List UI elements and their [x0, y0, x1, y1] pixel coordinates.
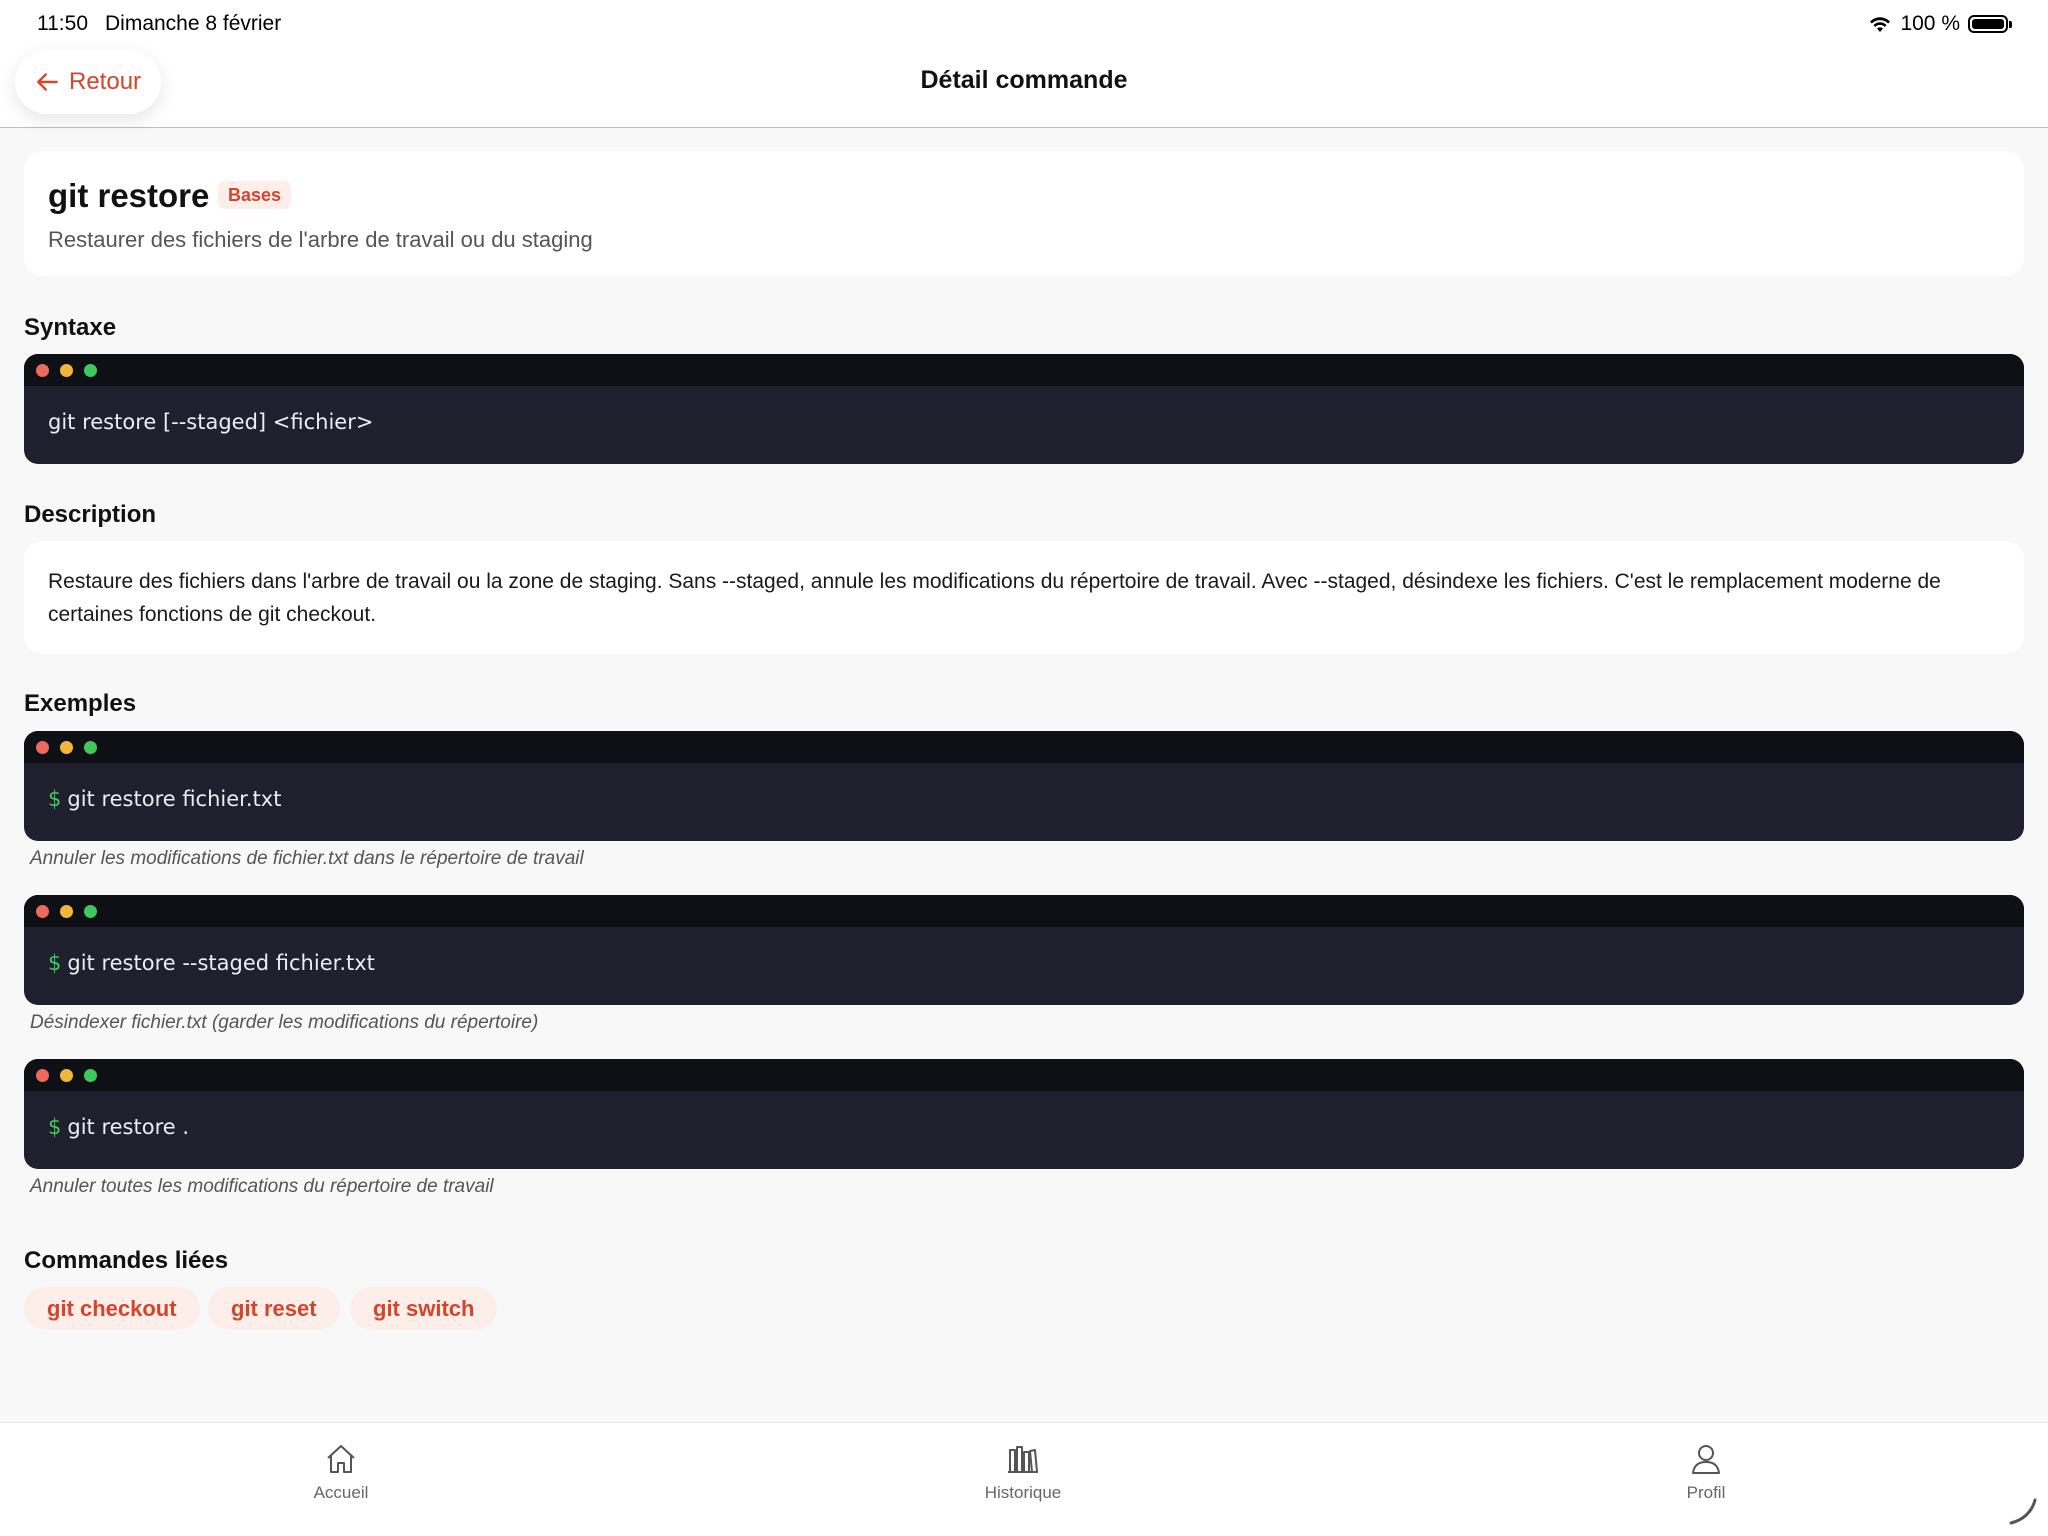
example-terminal: $ git restore fichier.txt [24, 731, 2024, 841]
nav-bar: Retour Détail commande [0, 46, 2048, 128]
syntax-code: git restore [--staged] <fichier> [48, 410, 374, 434]
green-dot-icon [84, 741, 97, 754]
terminal-titlebar [24, 1059, 2024, 1091]
tab-accueil[interactable]: Accueil [271, 1441, 411, 1503]
example-caption: Annuler les modifications de fichier.txt… [30, 848, 584, 869]
example-command: git restore . [67, 1115, 190, 1139]
section-title-related: Commandes liées [24, 1247, 229, 1274]
section-title-description: Description [24, 501, 157, 528]
page-title: Détail commande [920, 66, 1128, 94]
example-command: git restore fichier.txt [67, 787, 282, 811]
yellow-dot-icon [60, 905, 73, 918]
command-subtitle: Restaurer des fichiers de l'arbre de tra… [48, 227, 593, 252]
yellow-dot-icon [60, 364, 73, 377]
terminal-titlebar [24, 354, 2024, 386]
corner-indicator-icon [2009, 1498, 2037, 1525]
battery-icon [1968, 15, 2012, 33]
command-name: git restore [48, 177, 210, 214]
green-dot-icon [84, 905, 97, 918]
red-dot-icon [36, 1069, 49, 1082]
green-dot-icon [84, 1069, 97, 1082]
tab-profil[interactable]: Profil [1636, 1441, 1776, 1503]
command-header-card: git restore Bases Restaurer des fichiers… [24, 151, 2024, 276]
related-command-chip[interactable]: git switch [350, 1287, 498, 1330]
example-code: $ git restore fichier.txt [48, 787, 281, 811]
example-caption: Désindexer fichier.txt (garder les modif… [30, 1012, 539, 1033]
red-dot-icon [36, 905, 49, 918]
status-bar: 11:50 Dimanche 8 février 100 % [0, 0, 2048, 46]
syntax-terminal: git restore [--staged] <fichier> [24, 354, 2024, 464]
prompt-symbol: $ [48, 787, 62, 811]
tab-label: Historique [984, 1483, 1062, 1502]
red-dot-icon [36, 364, 49, 377]
status-time: 11:50 [37, 12, 88, 35]
person-icon [1692, 1445, 1720, 1474]
tab-historique[interactable]: Historique [953, 1441, 1093, 1503]
related-command-chip[interactable]: git checkout [24, 1287, 200, 1330]
battery-percent: 100 % [1900, 12, 1960, 35]
related-command-chip[interactable]: git reset [208, 1287, 340, 1330]
home-icon [327, 1445, 355, 1473]
example-code: $ git restore . [48, 1115, 189, 1139]
green-dot-icon [84, 364, 97, 377]
terminal-titlebar [24, 731, 2024, 763]
description-text: Restaure des fichiers dans l'arbre de tr… [48, 570, 1941, 626]
prompt-symbol: $ [48, 1115, 62, 1139]
tab-label: Accueil [313, 1483, 369, 1502]
example-caption: Annuler toutes les modifications du répe… [30, 1176, 494, 1197]
red-dot-icon [36, 741, 49, 754]
tab-label: Profil [1686, 1483, 1726, 1502]
prompt-symbol: $ [48, 951, 62, 975]
yellow-dot-icon [60, 741, 73, 754]
example-terminal: $ git restore . [24, 1059, 2024, 1169]
library-icon [1008, 1446, 1038, 1473]
screen: 11:50 Dimanche 8 février 100 % Retour Dé… [0, 0, 2048, 1536]
yellow-dot-icon [60, 1069, 73, 1082]
section-title-examples: Exemples [24, 690, 137, 717]
description-card: Restaure des fichiers dans l'arbre de tr… [24, 541, 2024, 654]
status-right: 100 % [1868, 12, 2012, 36]
example-command: git restore --staged fichier.txt [67, 951, 375, 975]
wifi-icon [1870, 17, 1891, 32]
category-badge: Bases [218, 181, 292, 209]
tab-bar: Accueil Historique Profil [0, 1422, 2048, 1536]
section-title-syntax: Syntaxe [24, 314, 117, 341]
example-terminal: $ git restore --staged fichier.txt [24, 895, 2024, 1005]
terminal-titlebar [24, 895, 2024, 927]
example-code: $ git restore --staged fichier.txt [48, 951, 375, 975]
status-date: Dimanche 8 février [105, 12, 282, 35]
